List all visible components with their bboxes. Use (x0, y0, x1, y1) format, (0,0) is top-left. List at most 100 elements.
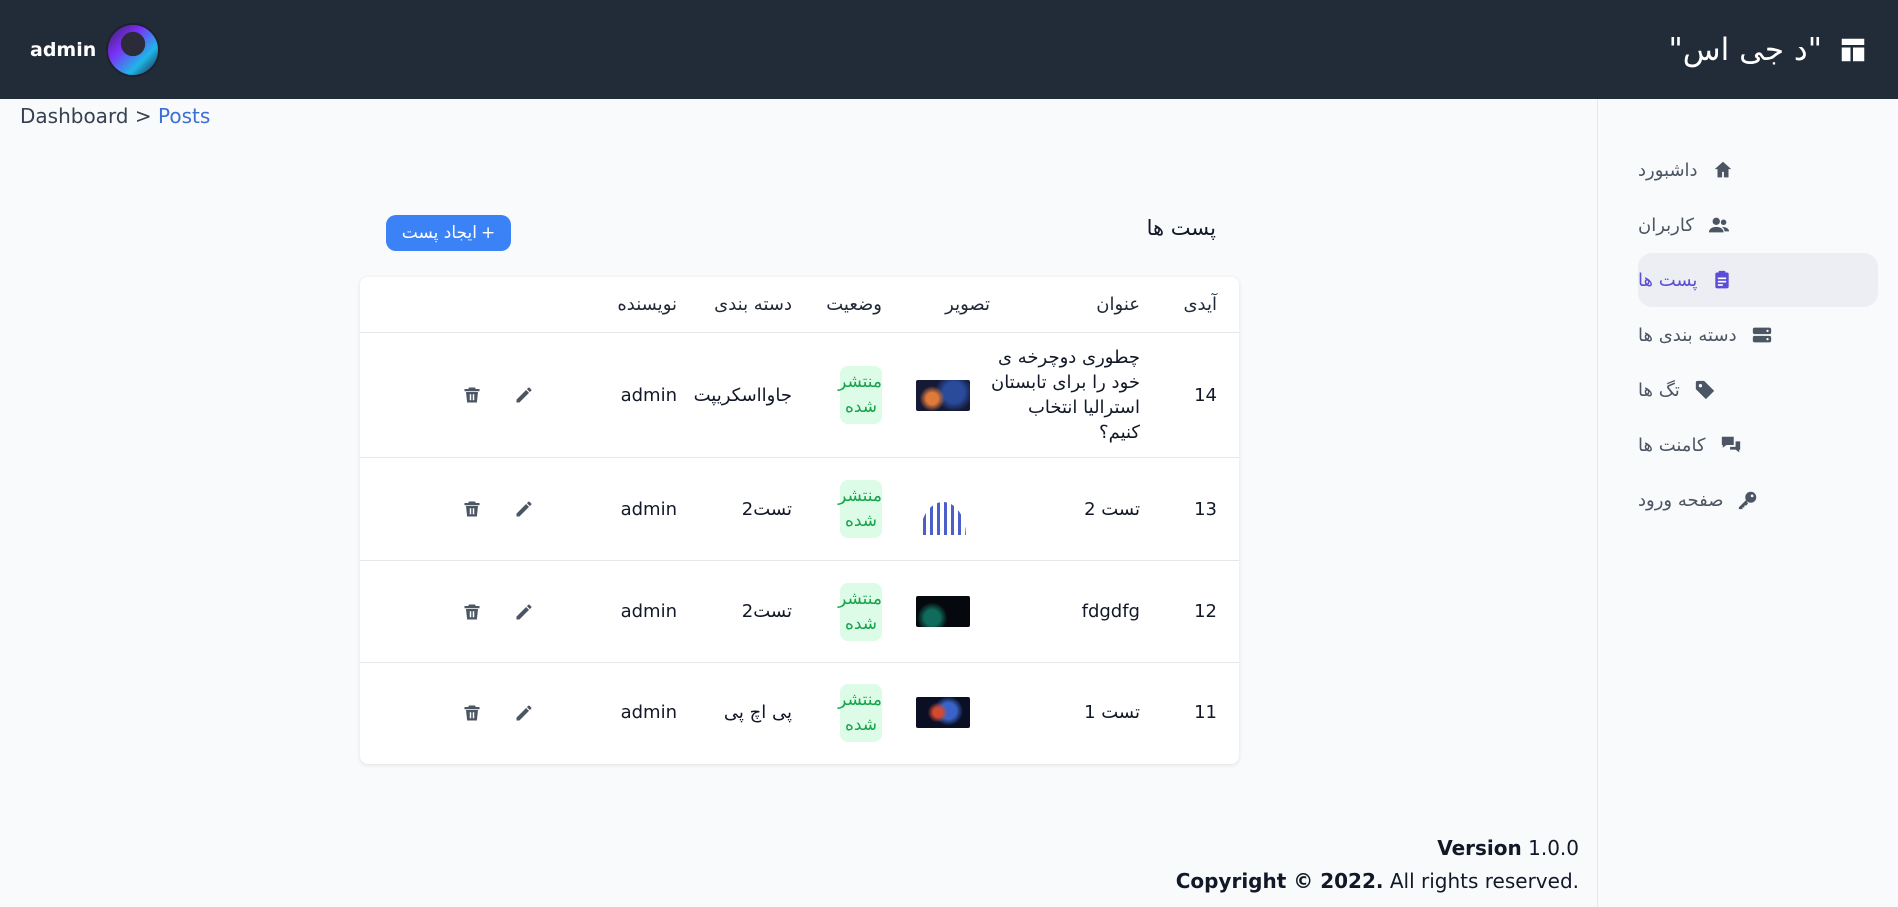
sidebar-item-label: داشبورد (1638, 159, 1698, 181)
sidebar-item-comments[interactable]: کامنت ها (1638, 418, 1878, 472)
post-author: admin (535, 457, 677, 561)
version-line: Version 1.0.0 (1176, 832, 1579, 865)
brand[interactable]: "د جی اس" (1669, 0, 1869, 99)
post-id: 14 (1140, 332, 1239, 458)
table-row: 12 fdgdfg منتشر شده تست2 admin (360, 560, 1239, 663)
delete-icon[interactable] (461, 601, 483, 623)
posts-table-card: آیدی عنوان تصویر وضعیت دسته بندی نویسنده… (360, 277, 1239, 764)
copyright-line: Copyright © 2022. All rights reserved. (1176, 865, 1579, 898)
plus-icon: + (480, 223, 496, 243)
sidebar-nav: داشبورد کاربران پست ها دسته بندی ها تگ ه… (1638, 143, 1878, 528)
column-header-title: عنوان (990, 277, 1140, 333)
edit-icon[interactable] (513, 498, 535, 520)
users-icon (1708, 214, 1730, 236)
row-actions (360, 332, 535, 458)
posts-table: آیدی عنوان تصویر وضعیت دسته بندی نویسنده… (360, 277, 1239, 763)
sidebar-item-users[interactable]: کاربران (1638, 198, 1878, 252)
sidebar-item-dashboard[interactable]: داشبورد (1638, 143, 1878, 197)
page-title: پست ها (1146, 216, 1216, 240)
status-badge: منتشر شده (838, 582, 882, 641)
avatar[interactable] (106, 22, 161, 77)
post-image-cell (882, 332, 990, 458)
nebula-thumbnail (916, 697, 970, 729)
tag-icon (1694, 379, 1716, 401)
column-header-author: نویسنده (535, 277, 677, 333)
post-category: جاوااسکریپت (677, 332, 792, 458)
dark-thumbnail (916, 596, 970, 627)
top-header: "د جی اس" admin (0, 0, 1898, 99)
sidebar-item-label: دسته بندی ها (1638, 324, 1737, 346)
chat-icon (1720, 434, 1742, 456)
post-image-cell (882, 663, 990, 763)
footer: Version 1.0.0 Copyright © 2022. All righ… (1176, 832, 1579, 898)
sidebar-item-posts[interactable]: پست ها (1638, 253, 1878, 307)
clipboard-icon (1711, 269, 1733, 291)
post-author: admin (620, 702, 677, 724)
sidebar-item-label: صفحه ورود (1638, 489, 1724, 511)
edit-icon[interactable] (513, 384, 535, 406)
post-category: تست2 (677, 560, 792, 663)
post-id: 12 (1140, 560, 1239, 663)
post-title[interactable]: fdgdfg (990, 560, 1140, 663)
status-badge: منتشر شده (838, 683, 882, 742)
post-author: admin (535, 332, 677, 458)
home-icon (1712, 159, 1734, 181)
post-id: 13 (1140, 457, 1239, 561)
column-header-actions (360, 277, 535, 333)
column-header-status: وضعیت (792, 277, 882, 333)
bars-thumbnail (916, 483, 970, 535)
sidebar-item-label: پست ها (1638, 269, 1698, 291)
create-post-label: ایجاد پست (401, 223, 477, 243)
post-image-cell (882, 560, 990, 663)
delete-icon[interactable] (461, 384, 483, 406)
row-actions (360, 457, 535, 561)
post-id: 11 (1194, 702, 1217, 724)
create-post-button[interactable]: + ایجاد پست (386, 215, 511, 251)
post-title[interactable]: تست 2 (990, 457, 1140, 561)
column-header-category: دسته بندی (677, 277, 792, 333)
sidebar: داشبورد کاربران پست ها دسته بندی ها تگ ه… (1597, 99, 1898, 907)
sidebar-item-tags[interactable]: تگ ها (1638, 363, 1878, 417)
user-name: admin (30, 38, 97, 61)
post-category: تست2 (677, 457, 792, 561)
user-menu[interactable]: admin (30, 0, 161, 99)
delete-icon[interactable] (461, 498, 483, 520)
server-icon (1751, 324, 1773, 346)
key-icon (1737, 489, 1759, 511)
sidebar-item-label: کامنت ها (1638, 434, 1706, 456)
table-row: 14 چطوری دوچرخه ی خود را برای تابستان اس… (360, 332, 1239, 458)
post-title[interactable]: تست 1 (990, 663, 1140, 763)
row-actions (360, 560, 535, 663)
status-badge: منتشر شده (838, 366, 882, 424)
row-actions (360, 663, 535, 763)
post-status-cell: منتشر شده (792, 560, 882, 663)
sidebar-item-label: کاربران (1638, 214, 1694, 236)
brand-title: "د جی اس" (1668, 31, 1823, 68)
delete-icon[interactable] (461, 702, 483, 724)
column-header-id: آیدی (1140, 277, 1239, 333)
post-title[interactable]: چطوری دوچرخه ی خود را برای تابستان استرا… (990, 332, 1140, 458)
galaxy-thumbnail (916, 379, 970, 411)
table-row: 11 تست 1 منتشر شده پی اچ پی admin (360, 663, 1239, 763)
table-header-row: آیدی عنوان تصویر وضعیت دسته بندی نویسنده (360, 277, 1239, 333)
copyright-bold: Copyright © 2022. (1175, 869, 1384, 893)
post-image-cell (882, 457, 990, 561)
breadcrumb-current[interactable]: Posts (158, 104, 210, 128)
table-row: 13 تست 2 منتشر شده تست2 admin (360, 457, 1239, 561)
sidebar-item-login[interactable]: صفحه ورود (1638, 473, 1878, 527)
column-header-image: تصویر (882, 277, 990, 333)
breadcrumb-root[interactable]: Dashboard (20, 104, 129, 128)
sidebar-item-label: تگ ها (1638, 379, 1680, 401)
breadcrumb-separator: > (134, 104, 152, 128)
edit-icon[interactable] (513, 702, 535, 724)
status-badge: منتشر شده (838, 480, 882, 538)
post-author: admin (535, 560, 677, 663)
edit-icon[interactable] (513, 601, 535, 623)
post-category: پی اچ پی (723, 702, 792, 724)
sidebar-item-categories[interactable]: دسته بندی ها (1638, 308, 1878, 362)
post-status-cell: منتشر شده (792, 332, 882, 458)
post-status-cell: منتشر شده (792, 457, 882, 561)
layout-icon (1841, 38, 1865, 61)
version-value: 1.0.0 (1528, 836, 1579, 860)
version-label: Version (1437, 836, 1522, 860)
